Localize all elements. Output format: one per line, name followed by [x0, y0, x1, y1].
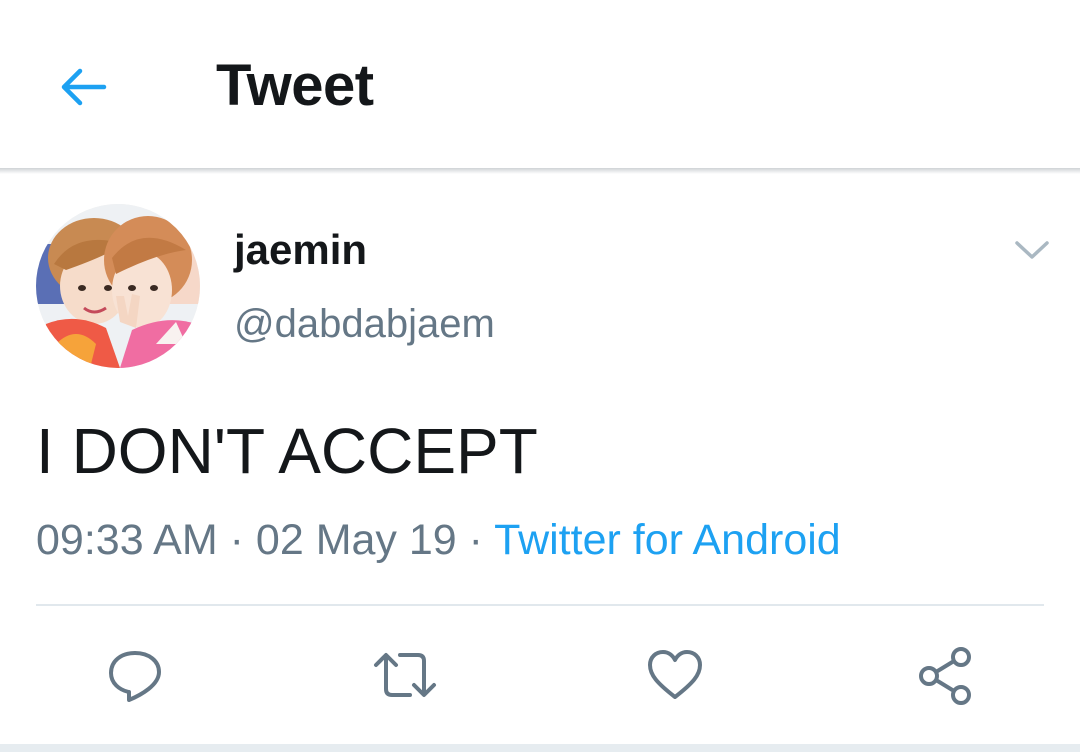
chevron-down-icon — [1015, 241, 1049, 259]
bottom-separator — [0, 744, 1080, 752]
header-divider — [0, 168, 1080, 174]
avatar[interactable] — [36, 204, 200, 368]
tweet-date: 02 May 19 — [255, 516, 457, 564]
back-button[interactable] — [52, 56, 114, 118]
retweet-icon — [374, 653, 436, 697]
arrow-left-icon — [61, 68, 107, 106]
top-app-bar: Tweet — [0, 0, 1080, 168]
share-icon — [919, 647, 971, 705]
actions-divider — [36, 604, 1044, 606]
tweet-menu-button[interactable] — [1010, 230, 1054, 270]
retweet-button[interactable] — [370, 640, 440, 710]
meta-separator: · — [468, 516, 483, 564]
profile-photo — [36, 204, 200, 368]
tweet-detail-screen: Tweet jaemin @dabdabjaem I DON'T ACCEPT … — [0, 0, 1080, 752]
tweet-time: 09:33 AM — [36, 516, 218, 564]
like-button[interactable] — [640, 640, 710, 710]
meta-separator: · — [229, 516, 244, 564]
reply-button[interactable] — [100, 640, 170, 710]
tweet-meta: 09:33 AM · 02 May 19 · Twitter for Andro… — [36, 516, 841, 565]
page-title: Tweet — [216, 53, 374, 118]
tweet-text: I DON'T ACCEPT — [36, 415, 538, 487]
reply-icon — [109, 651, 161, 702]
author-display-name[interactable]: jaemin — [234, 226, 367, 274]
tweet-source-link[interactable]: Twitter for Android — [494, 516, 841, 564]
share-button[interactable] — [910, 640, 980, 710]
author-handle[interactable]: @dabdabjaem — [234, 302, 495, 347]
heart-icon — [648, 650, 702, 699]
